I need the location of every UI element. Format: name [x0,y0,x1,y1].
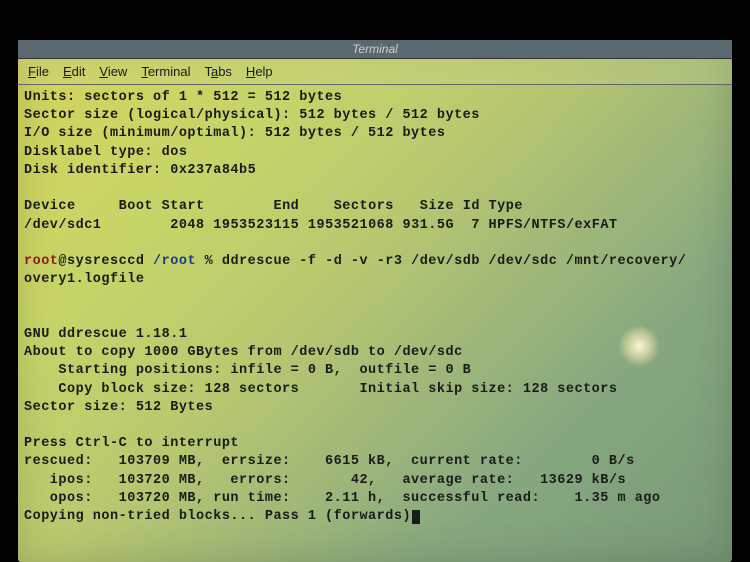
fdisk-row-device: /dev/sdc1 [24,218,101,233]
fdisk-header-size: Size [420,199,454,214]
ddrescue-stats-1: rescued: 103709 MB, errsize: 6615 kB, cu… [24,454,635,469]
menu-help[interactable]: Help [240,62,279,81]
command-line-2: overy1.logfile [24,272,144,287]
fdisk-row-id: 7 [471,218,480,233]
cursor-icon [412,510,420,524]
fdisk-row-end: 1953523115 [213,218,299,233]
ddrescue-status: Copying non-tried blocks... Pass 1 (forw… [24,509,411,524]
ddrescue-stats-2: ipos: 103720 MB, errors: 42, average rat… [24,473,626,488]
prompt-host: sysresccd [67,254,144,269]
fdisk-row-type: HPFS/NTFS/exFAT [489,218,618,233]
fdisk-header-end: End [273,199,299,214]
monitor-bezel: Terminal File Edit View Terminal Tabs He… [0,0,750,562]
menu-file[interactable]: File [22,62,55,81]
ddrescue-sectorsize: Sector size: 512 Bytes [24,400,213,415]
prompt-user: root [24,254,58,269]
ddrescue-interrupt: Press Ctrl-C to interrupt [24,436,239,451]
fdisk-header-type: Type [489,199,523,214]
terminal-window: Terminal File Edit View Terminal Tabs He… [18,40,732,562]
menu-terminal[interactable]: Terminal [135,62,196,81]
menu-view[interactable]: View [93,62,133,81]
terminal-output[interactable]: Units: sectors of 1 * 512 = 512 bytes Se… [18,85,732,562]
menubar: File Edit View Terminal Tabs Help [18,59,732,85]
fdisk-units: Units: sectors of 1 * 512 = 512 bytes [24,90,342,105]
prompt-at: @ [58,254,67,269]
menu-edit[interactable]: Edit [57,62,91,81]
fdisk-header-device: Device [24,199,76,214]
ddrescue-about: About to copy 1000 GBytes from /dev/sdb … [24,345,463,360]
window-titlebar[interactable]: Terminal [18,40,732,59]
prompt-sep: % [196,254,222,269]
window-title: Terminal [352,42,398,56]
fdisk-disk-id: Disk identifier: 0x237a84b5 [24,163,256,178]
prompt-path: /root [153,254,196,269]
fdisk-header-start: Start [162,199,205,214]
fdisk-disklabel: Disklabel type: dos [24,145,187,160]
ddrescue-stats-3: opos: 103720 MB, run time: 2.11 h, succe… [24,491,661,506]
fdisk-sector-size: Sector size (logical/physical): 512 byte… [24,108,480,123]
ddrescue-startpos: Starting positions: infile = 0 B, outfil… [24,363,471,378]
command-line: ddrescue -f -d -v -r3 /dev/sdb /dev/sdc … [222,254,686,269]
ddrescue-version: GNU ddrescue 1.18.1 [24,327,187,342]
fdisk-row-size: 931.5G [403,218,455,233]
fdisk-row-sectors: 1953521068 [308,218,394,233]
fdisk-header-sectors: Sectors [334,199,394,214]
fdisk-header-id: Id [463,199,480,214]
menu-tabs[interactable]: Tabs [198,62,237,81]
fdisk-io-size: I/O size (minimum/optimal): 512 bytes / … [24,126,445,141]
ddrescue-copyblock: Copy block size: 128 sectors Initial ski… [24,382,618,397]
fdisk-row-start: 2048 [170,218,204,233]
fdisk-header-boot: Boot [119,199,153,214]
